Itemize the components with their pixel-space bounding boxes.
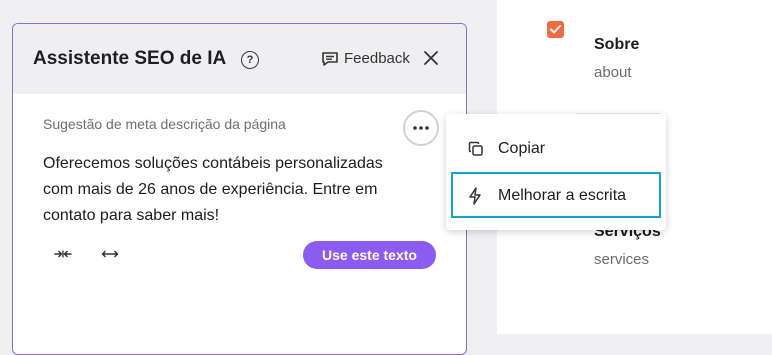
more-options-button[interactable] xyxy=(403,110,439,146)
copy-icon xyxy=(468,141,483,156)
feedback-button[interactable]: Feedback xyxy=(321,50,410,67)
feedback-label: Feedback xyxy=(344,50,410,67)
suggestion-text: Oferecemos soluções contábeis personaliz… xyxy=(43,155,383,224)
menu-item-label: Copiar xyxy=(498,140,546,157)
expand-icon[interactable] xyxy=(101,249,119,259)
suggestion-label: Sugestão de meta descrição da página xyxy=(43,116,286,132)
panel-title: Assistente SEO de IA xyxy=(33,48,227,69)
page-slug-about: about xyxy=(594,64,632,81)
panel-header: Assistente SEO de IA ? Feedback xyxy=(13,24,466,94)
close-icon[interactable] xyxy=(423,50,439,66)
page-title-about: Sobre xyxy=(594,36,640,53)
chat-icon xyxy=(322,51,338,66)
use-text-button[interactable]: Use este texto xyxy=(303,241,436,269)
menu-item-copy[interactable]: Copiar xyxy=(446,129,666,169)
shorten-icon[interactable] xyxy=(54,249,72,259)
page-slug-services: services xyxy=(594,251,650,268)
menu-item-highlight xyxy=(451,172,661,218)
page-checkbox-about[interactable] xyxy=(547,21,564,38)
more-horizontal-icon xyxy=(413,126,429,130)
ai-seo-assistant-panel: Assistente SEO de IA ? Feedback Sugestão… xyxy=(12,23,467,355)
check-icon xyxy=(550,25,561,34)
question-circle-icon[interactable]: ? xyxy=(241,51,259,69)
